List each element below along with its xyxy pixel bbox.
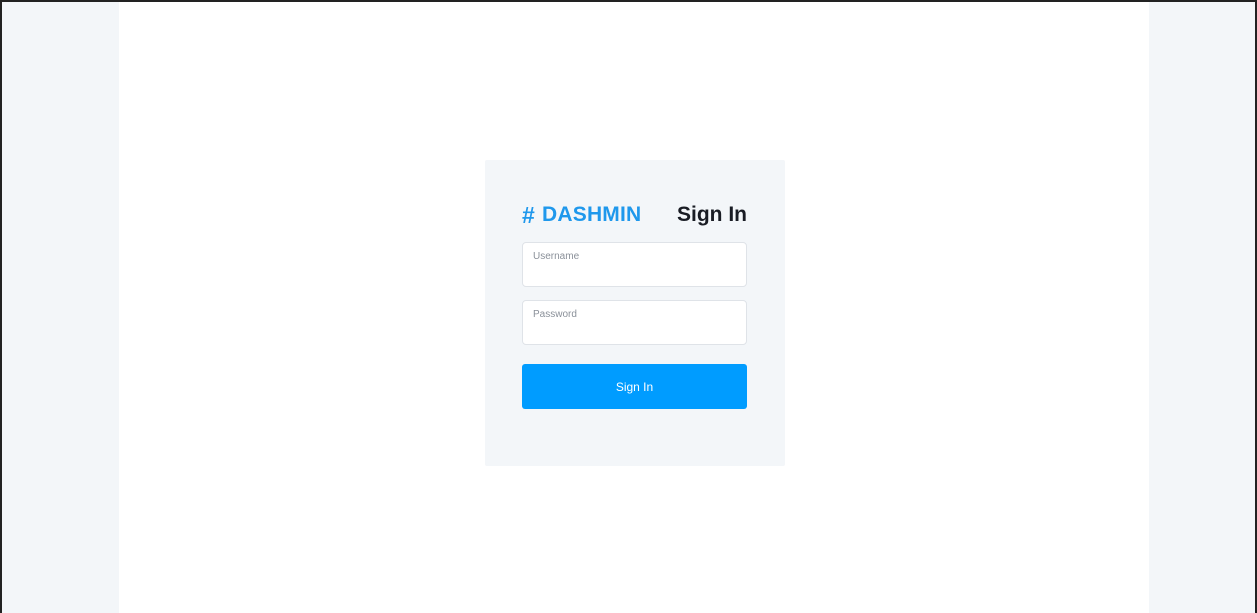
brand-name: DASHMIN	[542, 203, 642, 226]
sign-in-button[interactable]: Sign In	[522, 364, 747, 409]
sign-in-card: # DASHMIN Sign In Username Password Sign…	[485, 160, 785, 466]
page-container: # DASHMIN Sign In Username Password Sign…	[119, 2, 1149, 613]
sign-in-title: Sign In	[677, 203, 747, 226]
password-input[interactable]	[532, 323, 737, 339]
username-input[interactable]	[532, 265, 737, 281]
card-header: # DASHMIN Sign In	[522, 200, 747, 230]
hashtag-icon: #	[522, 201, 535, 228]
username-field[interactable]: Username	[522, 242, 747, 287]
brand-logo[interactable]: # DASHMIN	[522, 203, 641, 227]
password-label: Password	[533, 309, 577, 320]
browser-viewport: # DASHMIN Sign In Username Password Sign…	[0, 0, 1257, 613]
username-label: Username	[533, 251, 580, 262]
password-field[interactable]: Password	[522, 300, 747, 345]
